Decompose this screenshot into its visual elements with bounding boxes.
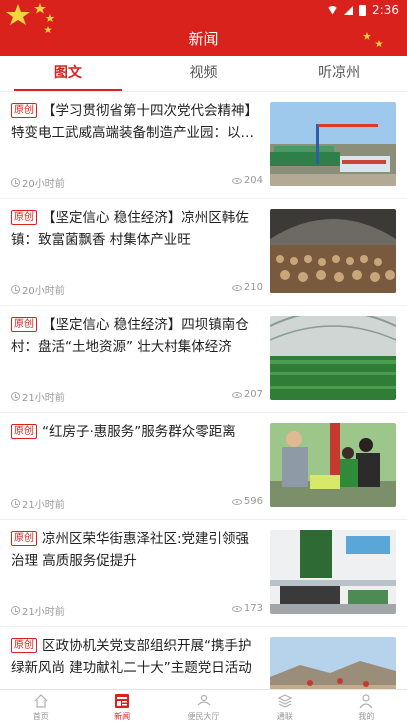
service-hall-icon — [197, 694, 210, 706]
profile-icon — [359, 694, 373, 709]
article-title: 区政协机关党支部组织开展“携手护绿新风尚 建功献礼二十大”主题党日活动 — [11, 638, 252, 676]
article-title: 凉州区荣华街惠泽社区:党建引领强治理 高质服务促提升 — [11, 531, 250, 569]
list-item[interactable]: 原创 【坚定信心 稳住经济】凉州区韩佐镇：致富菌飘香 村集体产业旺 20小时前 2… — [0, 199, 407, 306]
article-title: 【坚定信心 稳住经济】四坝镇南仓村：盘活“土地资源” 壮大村集体经济 — [11, 317, 249, 355]
clock-icon — [11, 606, 20, 615]
article-views: 207 — [231, 389, 263, 400]
nav-news[interactable]: 新闻 — [81, 690, 162, 725]
community-office-photo — [270, 530, 396, 614]
article-time: 21小时前 — [11, 389, 65, 404]
article-time: 21小时前 — [11, 496, 65, 511]
eye-icon — [231, 605, 242, 612]
list-item[interactable]: 原创 “红房子·惠服务”服务群众零距离 21小时前 596 — [0, 413, 407, 520]
bottom-navigation: 首页 新闻 便民大厅 通联 我的 — [0, 689, 407, 725]
mushroom-greenhouse-photo — [270, 209, 396, 293]
list-item[interactable]: 原创 【坚定信心 稳住经济】四坝镇南仓村：盘活“土地资源” 壮大村集体经济 21小… — [0, 306, 407, 413]
status-bar: 2:36 — [327, 3, 399, 17]
news-icon — [115, 694, 130, 708]
article-views: 210 — [231, 282, 263, 293]
article-title: 【坚定信心 稳住经济】凉州区韩佐镇：致富菌飘香 村集体产业旺 — [11, 210, 249, 248]
article-time: 21小时前 — [11, 603, 65, 618]
nav-service-hall[interactable]: 便民大厅 — [163, 690, 244, 725]
article-views: 596 — [231, 496, 263, 507]
original-badge: 原创 — [11, 210, 37, 225]
clock-icon — [11, 285, 20, 294]
article-time: 20小时前 — [11, 175, 65, 190]
clock-icon — [11, 178, 20, 187]
nav-profile[interactable]: 我的 — [326, 690, 407, 725]
contact-icon — [277, 694, 293, 708]
article-list: 原创 【学习贯彻省第十四次党代会精神】特变电工武威高端装备制造产业园：以… 20小… — [0, 92, 407, 689]
list-item[interactable]: 原创 【学习贯彻省第十四次党代会精神】特变电工武威高端装备制造产业园：以… 20小… — [0, 92, 407, 199]
home-icon — [34, 694, 48, 708]
eye-icon — [231, 284, 242, 291]
clock-icon — [11, 499, 20, 508]
article-title: 【学习贯彻省第十四次党代会精神】特变电工武威高端装备制造产业园：以… — [11, 103, 258, 141]
nav-contact[interactable]: 通联 — [244, 690, 325, 725]
article-views: 173 — [231, 603, 263, 614]
eye-icon — [231, 391, 242, 398]
list-item[interactable]: 原创 凉州区荣华街惠泽社区:党建引领强治理 高质服务促提升 21小时前 173 — [0, 520, 407, 627]
original-badge: 原创 — [11, 317, 37, 332]
seedling-greenhouse-photo — [270, 316, 396, 400]
article-title: “红房子·惠服务”服务群众零距离 — [42, 424, 236, 440]
tab-listen-liangzhou[interactable]: 听凉州 — [271, 56, 407, 91]
status-time: 2:36 — [372, 3, 399, 17]
original-badge: 原创 — [11, 531, 37, 546]
industrial-park-crane-photo — [270, 102, 396, 186]
list-item[interactable]: 原创 区政协机关党支部组织开展“携手护绿新风尚 建功献礼二十大”主题党日活动 — [0, 627, 407, 689]
category-tabs: 图文 视频 听凉州 — [0, 56, 407, 92]
article-time: 20小时前 — [11, 282, 65, 297]
tab-graphic-news[interactable]: 图文 — [0, 56, 136, 91]
original-badge: 原创 — [11, 103, 37, 118]
eye-icon — [231, 177, 242, 184]
wifi-icon — [327, 5, 339, 15]
service-volunteers-photo — [270, 423, 396, 507]
clock-icon — [11, 392, 20, 401]
nav-home[interactable]: 首页 — [0, 690, 81, 725]
battery-icon — [359, 4, 367, 16]
page-title: 新闻 — [188, 30, 219, 48]
signal-icon — [344, 5, 354, 15]
original-badge: 原创 — [11, 638, 37, 653]
app-header: 2:36 新闻 — [0, 0, 407, 56]
tab-video[interactable]: 视频 — [136, 56, 272, 91]
article-views: 204 — [231, 175, 263, 186]
eye-icon — [231, 498, 242, 505]
tree-planting-photo — [270, 637, 396, 689]
original-badge: 原创 — [11, 424, 37, 439]
